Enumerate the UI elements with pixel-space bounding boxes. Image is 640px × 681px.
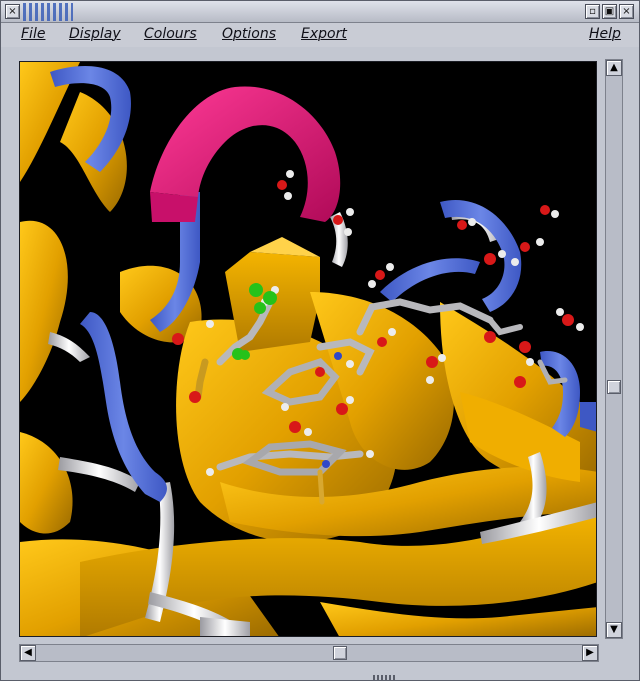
title-bar[interactable]: × ▫ ▣ ×: [1, 1, 639, 23]
maximize-icon[interactable]: ▣: [602, 4, 617, 19]
app-window: × ▫ ▣ × File Display Colours Options Exp…: [0, 0, 640, 681]
menu-display[interactable]: Display: [69, 26, 121, 42]
close-icon[interactable]: ×: [619, 4, 634, 19]
menu-bar: File Display Colours Options Export Help: [1, 23, 639, 47]
scroll-left-icon[interactable]: ◀: [20, 645, 36, 661]
menu-file[interactable]: File: [21, 26, 45, 42]
menu-options[interactable]: Options: [222, 26, 276, 42]
window-menu-close-icon[interactable]: ×: [5, 4, 20, 19]
scroll-down-icon[interactable]: ▼: [606, 622, 622, 638]
menu-help[interactable]: Help: [589, 26, 621, 42]
vertical-scroll-thumb[interactable]: [607, 380, 621, 394]
menu-export[interactable]: Export: [301, 26, 347, 42]
molecule-viewport[interactable]: [19, 61, 597, 637]
alpha-helix: [150, 86, 341, 222]
molecule-render: [20, 62, 596, 636]
resize-grip[interactable]: [373, 675, 395, 681]
vertical-scrollbar[interactable]: ▲ ▼: [605, 59, 623, 639]
horizontal-scroll-thumb[interactable]: [333, 646, 347, 660]
menu-colours[interactable]: Colours: [144, 26, 197, 42]
scroll-right-icon[interactable]: ▶: [582, 645, 598, 661]
horizontal-scrollbar[interactable]: ◀ ▶: [19, 644, 599, 662]
minimize-icon[interactable]: ▫: [585, 4, 600, 19]
title-grip[interactable]: [23, 3, 73, 21]
scroll-up-icon[interactable]: ▲: [606, 60, 622, 76]
